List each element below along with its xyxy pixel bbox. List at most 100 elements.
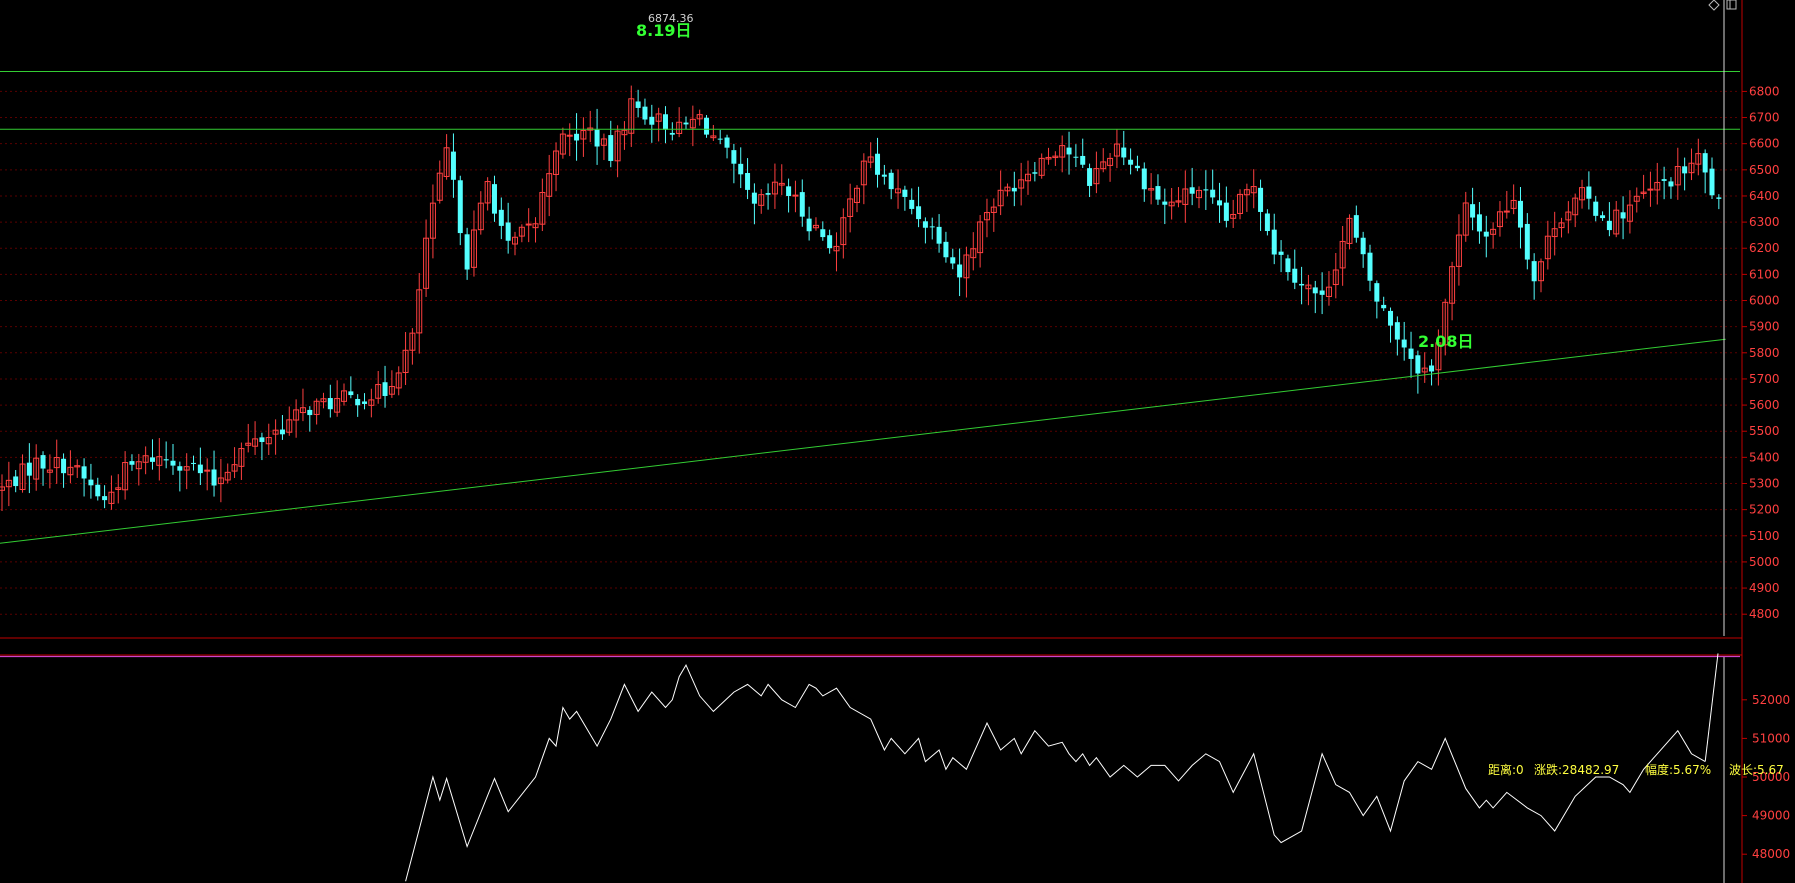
candle-body-down[interactable] <box>1080 155 1086 165</box>
candle-body-up[interactable] <box>1647 188 1654 191</box>
candle-body-down[interactable] <box>1189 187 1195 194</box>
candle-body-down[interactable] <box>683 122 689 125</box>
candle-body-down[interactable] <box>1524 223 1530 260</box>
candle-body-down[interactable] <box>102 496 108 501</box>
candle-body-down[interactable] <box>450 151 456 180</box>
candle-body-up[interactable] <box>792 194 799 197</box>
candle-body-down[interactable] <box>1429 365 1435 372</box>
candle-body-down[interactable] <box>61 458 67 474</box>
candle-body-down[interactable] <box>820 229 826 238</box>
candle-body-down[interactable] <box>457 180 463 234</box>
candle-body-down[interactable] <box>95 484 101 497</box>
candle-body-down[interactable] <box>1586 186 1592 199</box>
candle-body-down[interactable] <box>1134 165 1140 169</box>
candle-body-down[interactable] <box>1312 287 1318 294</box>
candle-body-down[interactable] <box>1278 251 1284 255</box>
candle-body-down[interactable] <box>957 264 963 278</box>
candle-body-down[interactable] <box>888 172 894 190</box>
candle-body-down[interactable] <box>642 106 648 120</box>
candle-body-down[interactable] <box>1531 261 1537 282</box>
candle-body-down[interactable] <box>1415 355 1421 374</box>
candle-body-down[interactable] <box>1087 168 1093 186</box>
candle-body-down[interactable] <box>149 457 155 462</box>
candle-body-down[interactable] <box>498 209 504 226</box>
stock-chart[interactable]: 4800 4900 5000 5100 5200 5300 5400 5500 5600 5700… <box>0 0 1795 883</box>
candle-body-down[interactable] <box>902 189 908 197</box>
candle-body-up[interactable] <box>1503 210 1510 213</box>
candle-body-down[interactable] <box>929 226 935 228</box>
candle-body-down[interactable] <box>1258 187 1264 212</box>
candle-body-down[interactable] <box>1128 159 1134 165</box>
candle-body-down[interactable] <box>751 192 757 204</box>
candle-body-down[interactable] <box>1299 283 1305 286</box>
candle-body-down[interactable] <box>1264 213 1270 232</box>
candle-body-down[interactable] <box>1593 201 1599 216</box>
candle-body-down[interactable] <box>594 129 600 147</box>
candle-body-down[interactable] <box>1716 197 1722 199</box>
candle-body-down[interactable] <box>348 391 354 396</box>
candle-body-down[interactable] <box>211 469 217 486</box>
candle-body-down[interactable] <box>1203 189 1209 191</box>
candle-body-down[interactable] <box>731 150 737 164</box>
candle-body-down[interactable] <box>1292 268 1298 283</box>
candle-body-down[interactable] <box>738 163 744 175</box>
candle-body-down[interactable] <box>1661 179 1667 181</box>
candle-body-down[interactable] <box>662 114 668 130</box>
candle-body-down[interactable] <box>1073 156 1079 158</box>
candle-body-down[interactable] <box>1319 290 1325 295</box>
candle-body-down[interactable] <box>1476 214 1482 232</box>
candle-body-down[interactable] <box>1702 153 1708 173</box>
candle-body-down[interactable] <box>464 234 470 270</box>
candle-body-down[interactable] <box>26 462 32 476</box>
candle-body-down[interactable] <box>1066 147 1072 155</box>
candle-body-down[interactable] <box>307 409 313 416</box>
candle-body-down[interactable] <box>1360 237 1366 255</box>
candle-body-down[interactable] <box>922 221 928 228</box>
candle-body-down[interactable] <box>806 218 812 232</box>
candle-body-up[interactable] <box>566 134 573 137</box>
candle-body-down[interactable] <box>717 138 723 140</box>
candle-body-down[interactable] <box>1600 215 1606 219</box>
candle-body-down[interactable] <box>704 117 710 135</box>
candle-body-down[interactable] <box>40 455 46 469</box>
candle-body-down[interactable] <box>649 116 655 125</box>
candle-body-down[interactable] <box>177 466 183 471</box>
candle-body-down[interactable] <box>279 429 285 435</box>
candle-body-down[interactable] <box>1517 200 1523 228</box>
candle-body-down[interactable] <box>355 398 361 406</box>
candle-body-down[interactable] <box>827 235 833 249</box>
candle-body-down[interactable] <box>881 174 887 177</box>
candle-body-down[interactable] <box>382 382 388 396</box>
candle-body-down[interactable] <box>1483 231 1489 237</box>
candle-body-down[interactable] <box>916 206 922 220</box>
candle-body-down[interactable] <box>724 137 730 148</box>
candle-body-down[interactable] <box>327 398 333 410</box>
candle-body-down[interactable] <box>1606 220 1612 231</box>
candle-body-down[interactable] <box>1374 283 1380 302</box>
candle-body-down[interactable] <box>799 192 805 217</box>
candle-body-down[interactable] <box>491 184 497 214</box>
candle-body-down[interactable] <box>1388 310 1394 326</box>
candle-body-down[interactable] <box>1620 212 1626 219</box>
candle-body-down[interactable] <box>1470 204 1476 218</box>
candle-body-down[interactable] <box>1032 172 1038 174</box>
candle-body-down[interactable] <box>13 476 19 487</box>
candle-body-down[interactable] <box>191 462 197 464</box>
candle-body-down[interactable] <box>765 193 771 195</box>
candle-body-down[interactable] <box>608 135 614 161</box>
candle-body-down[interactable] <box>129 461 135 465</box>
candle-body-down[interactable] <box>1141 168 1147 190</box>
candle-body-down[interactable] <box>163 459 169 461</box>
candle-body-down[interactable] <box>1210 189 1216 198</box>
candle-body-down[interactable] <box>909 199 915 209</box>
candle-body-down[interactable] <box>1271 229 1277 255</box>
candle-body-up[interactable] <box>204 469 211 472</box>
candle-body-down[interactable] <box>1155 186 1161 200</box>
candle-body-down[interactable] <box>1408 348 1414 359</box>
candle-body-down[interactable] <box>259 437 265 442</box>
candle-body-down[interactable] <box>505 222 511 241</box>
candle-body-down[interactable] <box>1394 322 1400 340</box>
candle-body-down[interactable] <box>950 257 956 264</box>
candle-body-down[interactable] <box>1162 201 1168 205</box>
candle-body-down[interactable] <box>875 153 881 175</box>
